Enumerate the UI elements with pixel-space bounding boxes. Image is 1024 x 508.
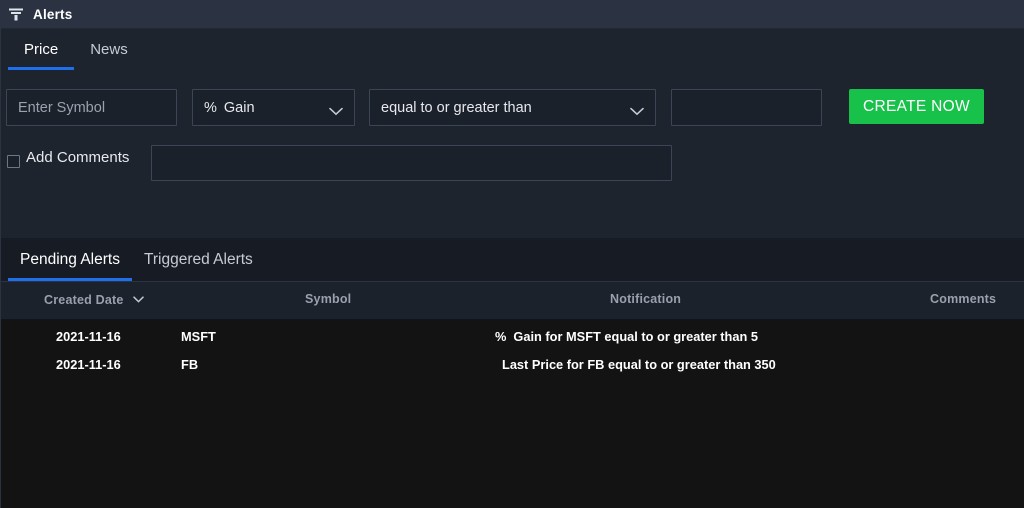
add-comments-row: Add Comments bbox=[0, 145, 1024, 181]
cell-created-date: 2021-11-16 bbox=[56, 329, 121, 344]
alert-type-text: Gain bbox=[223, 99, 255, 116]
table-row[interactable]: 2021-11-16 MSFT % Gain for MSFT equal to … bbox=[0, 324, 1024, 352]
cell-notification: % Gain for MSFT equal to or greater than … bbox=[495, 329, 758, 344]
column-header-symbol[interactable]: Symbol bbox=[305, 292, 351, 306]
percent-symbol: % bbox=[495, 329, 507, 344]
cell-notification-text: Gain for MSFT equal to or greater than 5 bbox=[513, 329, 758, 344]
column-header-notification[interactable]: Notification bbox=[610, 292, 681, 306]
percent-symbol: % bbox=[204, 99, 217, 116]
condition-select[interactable]: equal to or greater than bbox=[369, 89, 656, 126]
tab-pending-alerts-label: Pending Alerts bbox=[20, 250, 120, 268]
create-now-button[interactable]: CREATE NOW bbox=[849, 89, 984, 124]
tab-price[interactable]: Price bbox=[8, 29, 75, 70]
tab-news-label: News bbox=[90, 41, 128, 58]
tab-news[interactable]: News bbox=[74, 29, 144, 70]
add-comments-checkbox[interactable] bbox=[7, 155, 20, 168]
alerts-tab-bar: Pending Alerts Triggered Alerts bbox=[0, 238, 1024, 282]
page-title: Alerts bbox=[33, 6, 73, 22]
cell-created-date: 2021-11-16 bbox=[56, 357, 121, 372]
chevron-down-icon bbox=[329, 103, 343, 116]
top-tab-bar: Price News bbox=[0, 29, 1024, 70]
table-header-row: Created Date Symbol Notification Comment… bbox=[0, 282, 1024, 320]
tab-price-label: Price bbox=[24, 41, 59, 58]
comments-input[interactable] bbox=[151, 145, 672, 181]
threshold-input[interactable] bbox=[671, 89, 822, 126]
alert-type-select[interactable]: % Gain bbox=[192, 89, 355, 126]
table-row[interactable]: 2021-11-16 FB Last Price for FB equal to… bbox=[0, 352, 1024, 380]
alerts-table: Created Date Symbol Notification Comment… bbox=[0, 282, 1024, 507]
tab-pending-alerts[interactable]: Pending Alerts bbox=[8, 238, 132, 281]
left-edge-divider bbox=[0, 0, 1, 508]
column-header-created-date[interactable]: Created Date bbox=[44, 292, 144, 307]
cell-notification-text: Last Price for FB equal to or greater th… bbox=[502, 357, 776, 372]
titlebar: Alerts bbox=[0, 0, 1024, 29]
tab-active-indicator bbox=[8, 278, 132, 281]
table-body: 2021-11-16 MSFT % Gain for MSFT equal to … bbox=[0, 320, 1024, 380]
cell-notification: Last Price for FB equal to or greater th… bbox=[495, 357, 776, 372]
column-header-comments[interactable]: Comments bbox=[930, 292, 996, 306]
alert-criteria-row: %Gain equal to or greater than CREATE NO bbox=[0, 89, 1024, 126]
add-comments-label[interactable]: Add Comments bbox=[26, 149, 129, 166]
condition-value: equal to or greater than bbox=[381, 99, 532, 116]
tab-triggered-alerts[interactable]: Triggered Alerts bbox=[132, 238, 265, 281]
chevron-down-icon bbox=[133, 292, 144, 303]
alert-form: %Gain equal to or greater than CREATE NO bbox=[0, 70, 1024, 238]
tab-triggered-alerts-label: Triggered Alerts bbox=[143, 250, 253, 268]
cell-symbol: FB bbox=[181, 357, 199, 372]
chevron-down-icon bbox=[630, 103, 644, 116]
symbol-input[interactable] bbox=[6, 89, 177, 126]
column-header-created-date-label: Created Date bbox=[44, 293, 124, 307]
alerts-app: Alerts Price News % Gain bbox=[0, 0, 1024, 508]
cell-symbol: MSFT bbox=[181, 329, 216, 344]
alert-type-value: % Gain bbox=[204, 100, 323, 116]
funnel-icon bbox=[8, 7, 24, 22]
